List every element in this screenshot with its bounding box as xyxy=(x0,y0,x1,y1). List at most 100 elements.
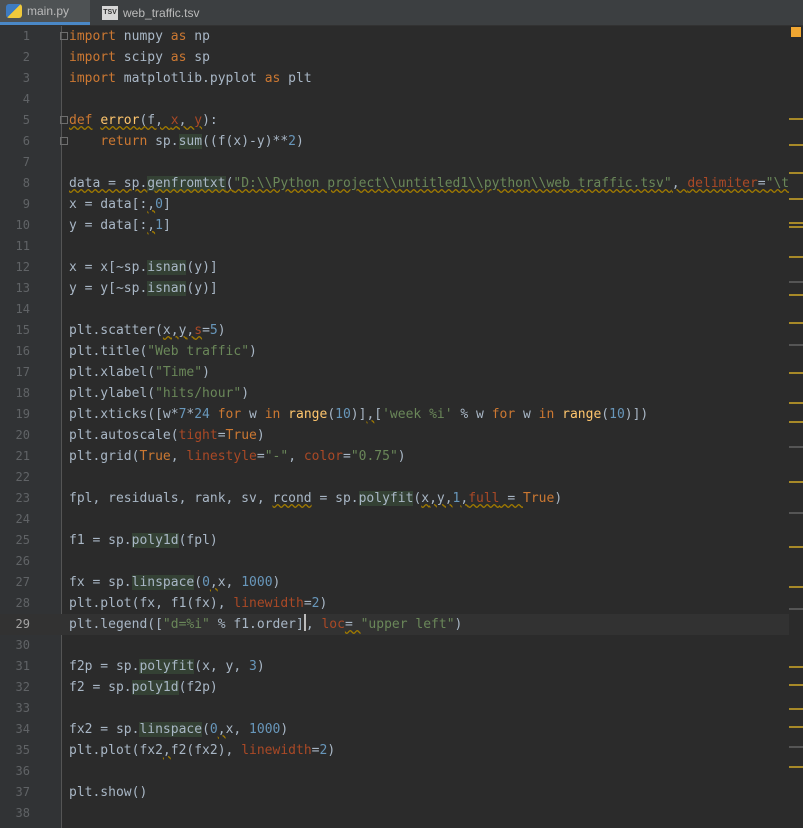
stripe-warning-mark[interactable] xyxy=(789,402,803,404)
line-number[interactable]: 37 xyxy=(0,782,30,803)
line-number[interactable]: 6 xyxy=(0,131,30,152)
stripe-warning-mark[interactable] xyxy=(789,281,803,283)
tab-main-py[interactable]: main.py xyxy=(0,0,90,25)
stripe-warning-mark[interactable] xyxy=(789,222,803,224)
line-number[interactable]: 29 xyxy=(0,614,30,635)
code-line[interactable]: 13 y = y[~sp.isnan(y)] xyxy=(0,278,803,299)
inspection-status-icon[interactable] xyxy=(791,27,801,37)
line-number[interactable]: 21 xyxy=(0,446,30,467)
line-number[interactable]: 25 xyxy=(0,530,30,551)
code-line[interactable]: 23 fpl, residuals, rank, sv, rcond = sp.p… xyxy=(0,488,803,509)
code-line[interactable]: 21 plt.grid(True, linestyle="-", color="0… xyxy=(0,446,803,467)
line-number[interactable]: 36 xyxy=(0,761,30,782)
line-number[interactable]: 7 xyxy=(0,152,30,173)
tab-web-traffic-tsv[interactable]: TSV web_traffic.tsv xyxy=(96,0,226,25)
code-line[interactable]: 31 f2p = sp.polyfit(x, y, 3) xyxy=(0,656,803,677)
line-number[interactable]: 1 xyxy=(0,26,30,47)
stripe-warning-mark[interactable] xyxy=(789,446,803,448)
code-line[interactable]: 18 plt.ylabel("hits/hour") xyxy=(0,383,803,404)
code-line[interactable]: 6 return sp.sum((f(x)-y)**2) xyxy=(0,131,803,152)
stripe-warning-mark[interactable] xyxy=(789,372,803,374)
code-line[interactable]: 20 plt.autoscale(tight=True) xyxy=(0,425,803,446)
line-number[interactable]: 2 xyxy=(0,47,30,68)
line-number[interactable]: 27 xyxy=(0,572,30,593)
stripe-warning-mark[interactable] xyxy=(789,226,803,228)
stripe-warning-mark[interactable] xyxy=(789,666,803,668)
code-line[interactable]: 1 import numpy as np xyxy=(0,26,803,47)
line-number[interactable]: 13 xyxy=(0,278,30,299)
line-number[interactable]: 32 xyxy=(0,677,30,698)
line-number[interactable]: 23 xyxy=(0,488,30,509)
error-stripe[interactable] xyxy=(789,26,803,828)
code-line[interactable]: 30 xyxy=(0,635,803,656)
fold-marker-icon[interactable] xyxy=(60,116,68,124)
line-number[interactable]: 10 xyxy=(0,215,30,236)
stripe-warning-mark[interactable] xyxy=(789,172,803,174)
code-line[interactable]: 27 fx = sp.linspace(0,x, 1000) xyxy=(0,572,803,593)
line-number[interactable]: 34 xyxy=(0,719,30,740)
code-line[interactable]: 36 xyxy=(0,761,803,782)
stripe-warning-mark[interactable] xyxy=(789,294,803,296)
code-line[interactable]: 25 f1 = sp.poly1d(fpl) xyxy=(0,530,803,551)
line-number[interactable]: 30 xyxy=(0,635,30,656)
code-line[interactable]: 11 xyxy=(0,236,803,257)
stripe-warning-mark[interactable] xyxy=(789,546,803,548)
code-line[interactable]: 4 xyxy=(0,89,803,110)
stripe-warning-mark[interactable] xyxy=(789,322,803,324)
code-line[interactable]: 29 plt.legend(["d=%i" % f1.order], loc= "… xyxy=(0,614,803,635)
line-number[interactable]: 14 xyxy=(0,299,30,320)
line-number[interactable]: 28 xyxy=(0,593,30,614)
line-number[interactable]: 31 xyxy=(0,656,30,677)
stripe-warning-mark[interactable] xyxy=(789,481,803,483)
line-number[interactable]: 35 xyxy=(0,740,30,761)
stripe-warning-mark[interactable] xyxy=(789,608,803,610)
line-number[interactable]: 20 xyxy=(0,425,30,446)
code-line[interactable]: 22 xyxy=(0,467,803,488)
code-line[interactable]: 38 xyxy=(0,803,803,824)
stripe-warning-mark[interactable] xyxy=(789,344,803,346)
stripe-warning-mark[interactable] xyxy=(789,586,803,588)
line-number[interactable]: 38 xyxy=(0,803,30,824)
stripe-warning-mark[interactable] xyxy=(789,684,803,686)
code-line[interactable]: 34 fx2 = sp.linspace(0,x, 1000) xyxy=(0,719,803,740)
stripe-warning-mark[interactable] xyxy=(789,144,803,146)
line-number[interactable]: 24 xyxy=(0,509,30,530)
code-line[interactable]: 15 plt.scatter(x,y,s=5) xyxy=(0,320,803,341)
line-number[interactable]: 11 xyxy=(0,236,30,257)
code-line[interactable]: 32 f2 = sp.poly1d(f2p) xyxy=(0,677,803,698)
code-line[interactable]: 16 plt.title("Web traffic") xyxy=(0,341,803,362)
line-number[interactable]: 26 xyxy=(0,551,30,572)
line-number[interactable]: 9 xyxy=(0,194,30,215)
fold-marker-icon[interactable] xyxy=(60,137,68,145)
fold-marker-icon[interactable] xyxy=(60,32,68,40)
line-number[interactable]: 3 xyxy=(0,68,30,89)
stripe-warning-mark[interactable] xyxy=(789,708,803,710)
stripe-warning-mark[interactable] xyxy=(789,746,803,748)
line-number[interactable]: 17 xyxy=(0,362,30,383)
code-line[interactable]: 3 import matplotlib.pyplot as plt xyxy=(0,68,803,89)
code-line[interactable]: 7 xyxy=(0,152,803,173)
stripe-warning-mark[interactable] xyxy=(789,118,803,120)
line-number[interactable]: 4 xyxy=(0,89,30,110)
line-number[interactable]: 33 xyxy=(0,698,30,719)
code-line[interactable]: 17 plt.xlabel("Time") xyxy=(0,362,803,383)
line-number[interactable]: 19 xyxy=(0,404,30,425)
line-number[interactable]: 22 xyxy=(0,467,30,488)
code-line[interactable]: 28 plt.plot(fx, f1(fx), linewidth=2) xyxy=(0,593,803,614)
code-line[interactable]: 26 xyxy=(0,551,803,572)
line-number[interactable]: 12 xyxy=(0,257,30,278)
code-line[interactable]: 8 data = sp.genfromtxt("D:\\Python projec… xyxy=(0,173,803,194)
code-line[interactable]: 14 xyxy=(0,299,803,320)
code-line[interactable]: 10 y = data[:,1] xyxy=(0,215,803,236)
stripe-warning-mark[interactable] xyxy=(789,421,803,423)
code-line[interactable]: 5 def error(f, x, y): xyxy=(0,110,803,131)
code-line[interactable]: 9 x = data[:,0] xyxy=(0,194,803,215)
line-number[interactable]: 16 xyxy=(0,341,30,362)
line-number[interactable]: 5 xyxy=(0,110,30,131)
code-line[interactable]: 19 plt.xticks([w*7*24 for w in range(10)]… xyxy=(0,404,803,425)
line-number[interactable]: 8 xyxy=(0,173,30,194)
stripe-warning-mark[interactable] xyxy=(789,726,803,728)
code-line[interactable]: 33 xyxy=(0,698,803,719)
stripe-warning-mark[interactable] xyxy=(789,256,803,258)
line-number[interactable]: 15 xyxy=(0,320,30,341)
